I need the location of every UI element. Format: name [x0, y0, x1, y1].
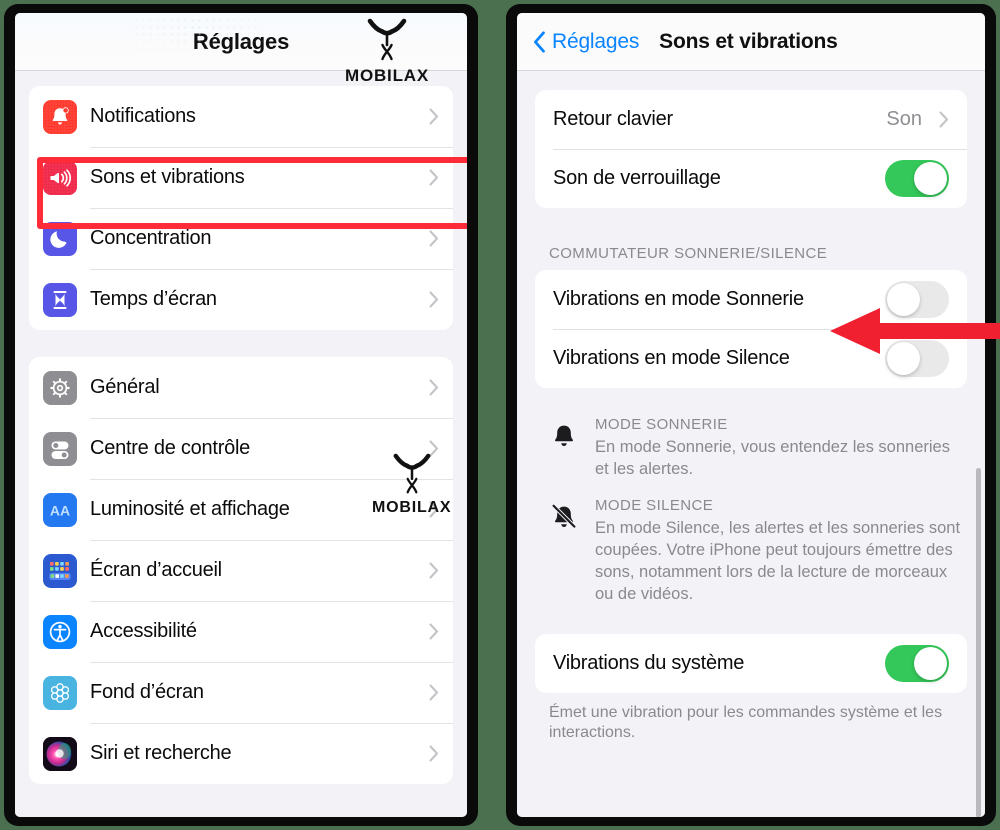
settings-group-keyboard-lock: Retour clavier Son Son de verrouillage: [535, 90, 967, 208]
row-value: Son: [886, 108, 922, 130]
toggle-vibrations-silence[interactable]: [885, 340, 949, 377]
explainer-mode-sonnerie: MODE SONNERIE En mode Sonnerie, vous ent…: [517, 416, 985, 481]
row-label: Vibrations en mode Sonnerie: [553, 288, 804, 310]
row-label: Retour clavier: [553, 108, 673, 130]
bell-icon: [43, 99, 77, 134]
chevron-right-icon: [429, 623, 439, 640]
sidebar-item-label: Écran d’accueil: [90, 559, 222, 581]
sidebar-item-notifications[interactable]: Notifications: [29, 86, 453, 147]
toggle-knob: [914, 646, 947, 680]
toggle-knob: [887, 342, 920, 375]
siri-orb-icon: [43, 736, 77, 771]
explainer-desc: En mode Silence, les alertes et les sonn…: [595, 518, 961, 603]
chevron-right-icon: [429, 440, 439, 457]
group-footer-note: Émet une vibration pour les commandes sy…: [549, 703, 943, 742]
accessibility-icon: [43, 614, 77, 649]
chevron-right-icon: [429, 379, 439, 396]
explainer-title: MODE SILENCE: [595, 496, 714, 514]
bell-icon: [547, 416, 591, 481]
toggles-icon: [43, 431, 77, 466]
left-nav-bar: Réglages: [15, 13, 467, 71]
sidebar-item-label: Fond d’écran: [90, 681, 204, 703]
settings-group-1: Notifications Sons et vibrations Concent…: [29, 86, 453, 330]
chevron-right-icon: [429, 745, 439, 762]
chevron-right-icon: [429, 562, 439, 579]
toggle-knob: [887, 283, 920, 316]
row-retour-clavier[interactable]: Retour clavier Son: [535, 90, 967, 149]
screenshot-canvas: Réglages Notifications Sons et vibration…: [0, 0, 1000, 830]
sidebar-item-ecran-daccueil[interactable]: Écran d’accueil: [29, 540, 453, 601]
svg-text:AA: AA: [50, 502, 70, 518]
aa-text-icon: AA: [43, 492, 77, 527]
sidebar-item-temps-decran[interactable]: Temps d’écran: [29, 269, 453, 330]
row-label: Son de verrouillage: [553, 167, 721, 189]
page-title: Sons et vibrations: [659, 29, 838, 53]
sidebar-item-label: Temps d’écran: [90, 288, 217, 310]
sidebar-item-label: Accessibilité: [90, 620, 197, 642]
row-vibrations-mode-sonnerie[interactable]: Vibrations en mode Sonnerie: [535, 270, 967, 329]
settings-list: Notifications Sons et vibrations Concent…: [15, 72, 467, 817]
right-nav-bar: Réglages Sons et vibrations: [517, 13, 985, 71]
hourglass-icon: [43, 282, 77, 317]
sidebar-item-label: Sons et vibrations: [90, 166, 245, 188]
page-title: Réglages: [192, 28, 290, 54]
row-label: Vibrations en mode Silence: [553, 347, 790, 369]
settings-group-ring-silent: Vibrations en mode Sonnerie Vibrations e…: [535, 270, 967, 388]
sidebar-item-label: Concentration: [90, 227, 212, 249]
sidebar-item-centre-de-controle[interactable]: Centre de contrôle: [29, 418, 453, 479]
back-button-label: Réglages: [552, 29, 640, 53]
right-phone-frame: Réglages Sons et vibrations Retour clavi…: [506, 4, 996, 826]
bell-slash-icon: [547, 497, 591, 606]
flower-wallpaper-icon: [43, 675, 77, 710]
toggle-son-de-verrouillage[interactable]: [885, 160, 949, 197]
row-label: Vibrations du système: [553, 651, 745, 674]
chevron-right-icon: [429, 684, 439, 701]
explainer-desc: En mode Sonnerie, vous entendez les sonn…: [595, 438, 950, 478]
sidebar-item-label: Siri et recherche: [90, 742, 232, 764]
chevron-right-icon: [429, 230, 439, 247]
sidebar-item-general[interactable]: Général: [29, 357, 453, 418]
sidebar-item-label: Centre de contrôle: [90, 437, 251, 459]
sidebar-item-luminosite-et-affichage[interactable]: AA Luminosité et affichage: [29, 479, 453, 540]
back-button[interactable]: Réglages: [533, 30, 639, 54]
settings-group-2: Général Centre de contrôle AA Luminosité…: [29, 357, 453, 784]
chevron-right-icon: [429, 108, 439, 125]
sidebar-item-label: Luminosité et affichage: [90, 498, 290, 520]
row-vibrations-mode-silence[interactable]: Vibrations en mode Silence: [535, 329, 967, 388]
explainer-mode-silence: MODE SILENCE En mode Silence, les alerte…: [517, 497, 985, 606]
toggle-knob: [914, 162, 947, 195]
moon-icon: [43, 221, 77, 256]
chevron-right-icon: [939, 111, 949, 128]
gear-icon: [43, 370, 77, 405]
left-phone-frame: Réglages Notifications Sons et vibration…: [4, 4, 478, 826]
row-vibrations-du-systeme[interactable]: Vibrations du système: [535, 634, 967, 693]
sidebar-item-label: Général: [90, 376, 160, 398]
vertical-scrollbar[interactable]: [976, 468, 981, 817]
sidebar-item-label: Notifications: [90, 105, 196, 127]
toggle-vibrations-systeme[interactable]: [885, 644, 949, 682]
sidebar-item-concentration[interactable]: Concentration: [29, 208, 453, 269]
sidebar-item-accessibilite[interactable]: Accessibilité: [29, 601, 453, 662]
speaker-waves-icon: [43, 160, 77, 195]
explainer-title: MODE SONNERIE: [595, 416, 728, 433]
sidebar-item-fond-decran[interactable]: Fond d’écran: [29, 662, 453, 723]
sidebar-item-siri-et-recherche[interactable]: Siri et recherche: [29, 723, 453, 784]
app-grid-icon: [43, 553, 77, 588]
chevron-right-icon: [429, 169, 439, 186]
sound-settings-list: Retour clavier Son Son de verrouillage C…: [517, 72, 985, 817]
row-son-de-verrouillage[interactable]: Son de verrouillage: [535, 149, 967, 208]
chevron-right-icon: [429, 501, 439, 518]
right-phone-screen: Réglages Sons et vibrations Retour clavi…: [517, 13, 985, 817]
section-header-commutateur: COMMUTATEUR SONNERIE/SILENCE: [549, 245, 828, 262]
chevron-right-icon: [429, 291, 439, 308]
sidebar-item-sons-et-vibrations[interactable]: Sons et vibrations: [29, 147, 453, 208]
settings-group-system-haptics: Vibrations du système: [535, 633, 967, 693]
toggle-vibrations-sonnerie[interactable]: [885, 281, 949, 318]
chevron-left-icon: [534, 30, 545, 53]
left-phone-screen: Réglages Notifications Sons et vibration…: [15, 13, 467, 817]
